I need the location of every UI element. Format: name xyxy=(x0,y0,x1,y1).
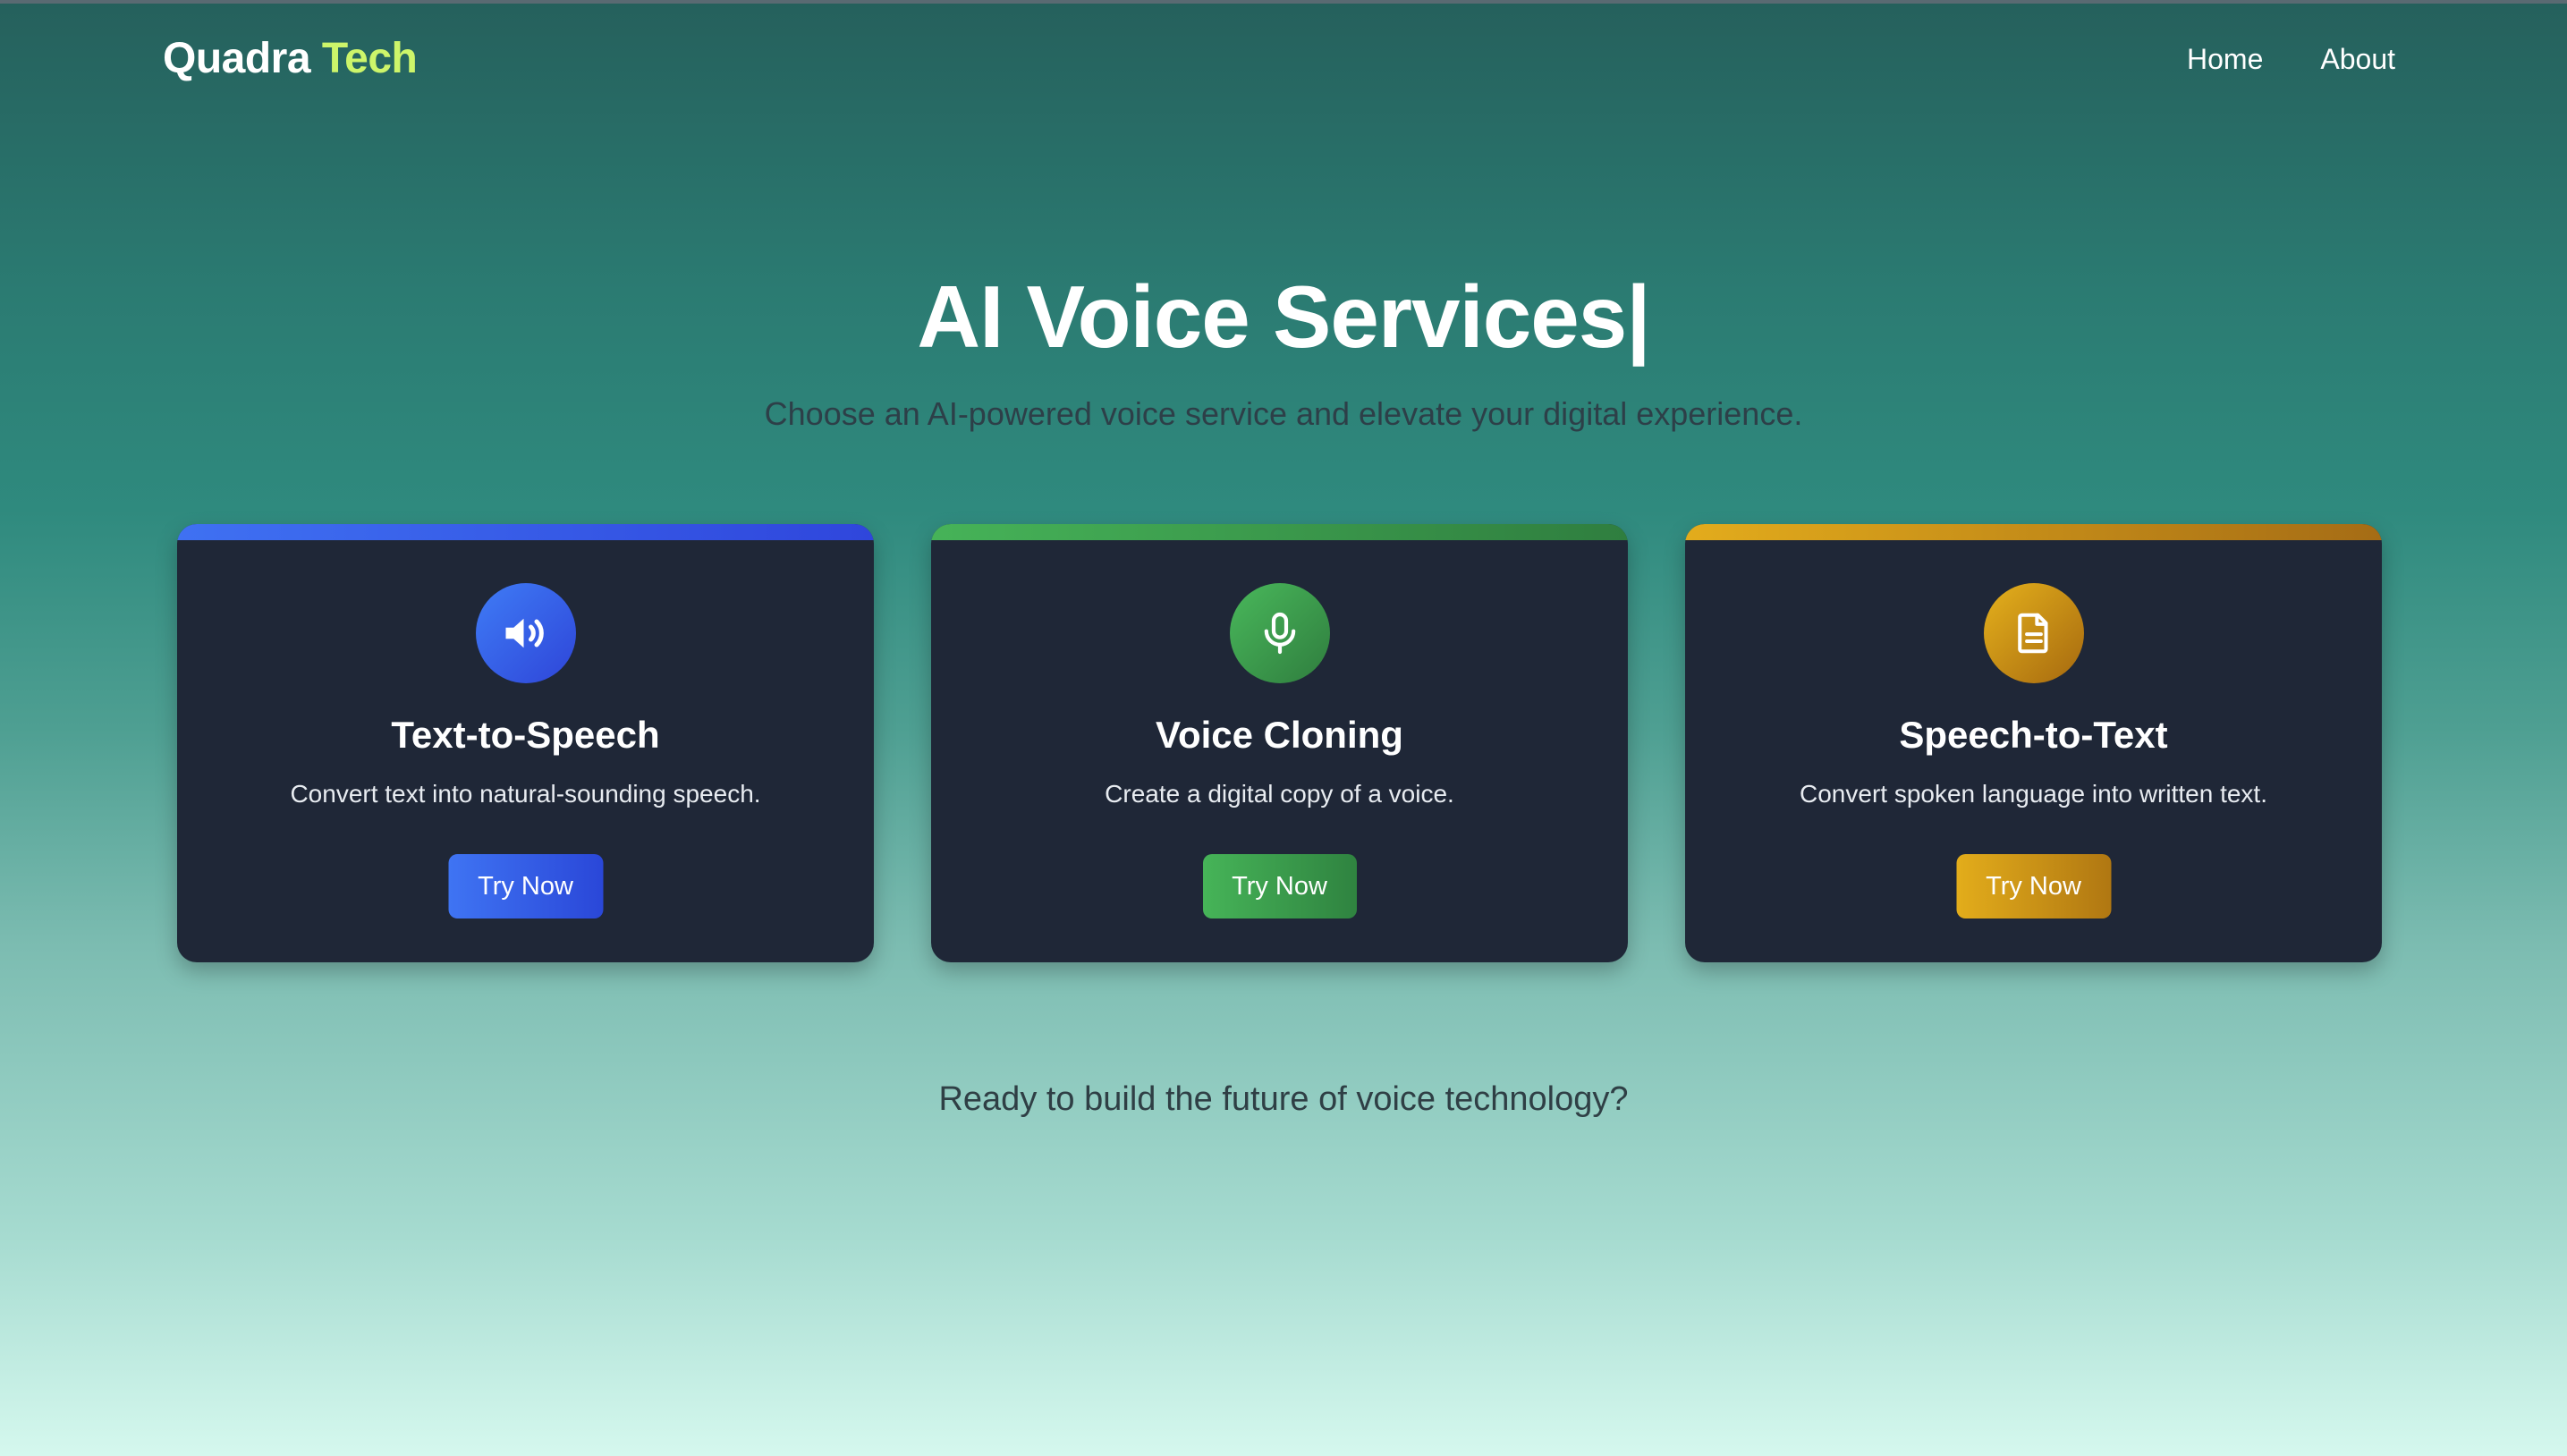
hero-subtitle: Choose an AI-powered voice service and e… xyxy=(764,395,1803,432)
speaker-icon xyxy=(475,583,576,683)
try-now-button-cloning[interactable]: Try Now xyxy=(1202,854,1357,918)
nav-home-link[interactable]: Home xyxy=(2187,43,2263,76)
hero-title: AI Voice Services| xyxy=(917,267,1650,366)
brand-name-part1: Quadra xyxy=(163,35,311,82)
card-description: Convert spoken language into written tex… xyxy=(1800,780,2267,808)
card-accent-bar xyxy=(931,524,1628,540)
microphone-icon xyxy=(1229,583,1330,683)
try-now-button-tts[interactable]: Try Now xyxy=(448,854,603,918)
brand-logo[interactable]: Quadra Tech xyxy=(163,34,418,83)
main-nav: Home About xyxy=(2187,43,2395,76)
site-header: Quadra Tech Home About xyxy=(0,0,2567,125)
card-accent-bar xyxy=(177,524,874,540)
cta-text: Ready to build the future of voice techn… xyxy=(938,1080,1629,1118)
card-title: Voice Cloning xyxy=(1156,714,1403,756)
card-accent-bar xyxy=(1685,524,2382,540)
card-title: Speech-to-Text xyxy=(1899,714,2168,756)
card-speech-to-text: Speech-to-Text Convert spoken language i… xyxy=(1685,524,2382,962)
card-description: Create a digital copy of a voice. xyxy=(1105,780,1454,808)
card-title: Text-to-Speech xyxy=(391,714,660,756)
nav-about-link[interactable]: About xyxy=(2320,43,2395,76)
try-now-button-stt[interactable]: Try Now xyxy=(1956,854,2111,918)
card-description: Convert text into natural-sounding speec… xyxy=(290,780,761,808)
card-text-to-speech: Text-to-Speech Convert text into natural… xyxy=(177,524,874,962)
card-voice-cloning: Voice Cloning Create a digital copy of a… xyxy=(931,524,1628,962)
brand-name-part2: Tech xyxy=(321,35,418,82)
service-cards: Text-to-Speech Convert text into natural… xyxy=(177,524,2382,962)
document-icon xyxy=(1983,583,2084,683)
